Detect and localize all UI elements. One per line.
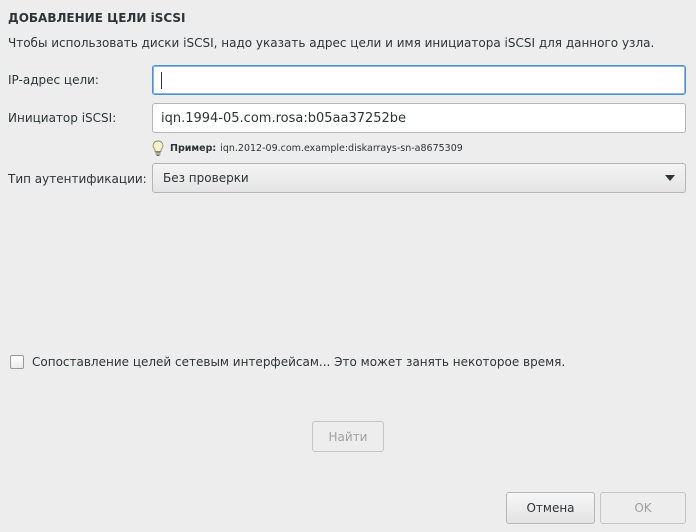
initiator-hint: Пример: iqn.2012-09.com.example:diskarra… xyxy=(152,140,463,156)
ok-button[interactable]: OK xyxy=(600,492,686,524)
bind-interfaces-row[interactable]: Сопоставление целей сетевым интерфейсам.… xyxy=(10,355,565,369)
ip-address-input[interactable] xyxy=(152,65,686,95)
dialog-title: ДОБАВЛЕНИЕ ЦЕЛИ iSCSI xyxy=(8,11,186,25)
cancel-button[interactable]: Отмена xyxy=(506,492,595,524)
hint-example: iqn.2012-09.com.example:diskarrays-sn-a8… xyxy=(220,142,463,154)
hint-prefix: Пример: xyxy=(170,142,217,154)
dialog-description: Чтобы использовать диски iSCSI, надо ука… xyxy=(8,36,655,50)
find-button[interactable]: Найти xyxy=(312,421,384,452)
auth-type-dropdown[interactable]: Без проверки xyxy=(152,163,686,193)
initiator-value: iqn.1994-05.com.rosa:b05aa37252be xyxy=(161,110,407,126)
initiator-label: Инициатор iSCSI: xyxy=(8,111,117,125)
chevron-down-icon xyxy=(665,175,675,181)
text-cursor xyxy=(161,71,162,89)
add-iscsi-target-dialog: ДОБАВЛЕНИЕ ЦЕЛИ iSCSI Чтобы использовать… xyxy=(0,0,696,532)
bind-interfaces-label: Сопоставление целей сетевым интерфейсам.… xyxy=(32,355,566,369)
lightbulb-icon xyxy=(152,140,164,156)
initiator-input[interactable]: iqn.1994-05.com.rosa:b05aa37252be xyxy=(152,103,686,133)
bind-interfaces-checkbox[interactable] xyxy=(10,355,24,369)
auth-type-selected: Без проверки xyxy=(163,171,249,185)
ip-address-label: IP-адрес цели: xyxy=(8,73,99,87)
auth-type-label: Тип аутентификации: xyxy=(8,172,147,186)
